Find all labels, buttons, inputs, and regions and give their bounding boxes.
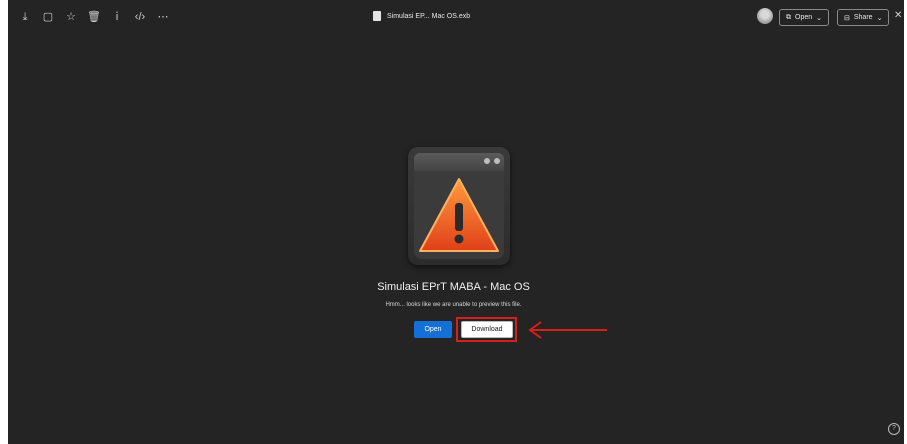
chevron-down-icon: ⌄: [816, 14, 822, 22]
open-button[interactable]: Open: [414, 321, 452, 338]
file-icon: [373, 11, 381, 21]
document-title: Simulasi EPrT MABA - Mac OS: [377, 281, 530, 293]
annotation-arrow: [528, 321, 607, 339]
window-bar: [414, 153, 504, 171]
window-body: [414, 171, 504, 259]
file-title: Simulasi EP... Mac OS.exb: [373, 11, 470, 21]
share-menu-button[interactable]: ⊟ Share ⌄: [837, 9, 889, 26]
trash-icon[interactable]: 🗑: [87, 10, 101, 24]
preview-error-message: Hmm... looks like we are unable to previ…: [385, 302, 522, 308]
help-icon[interactable]: ?: [888, 423, 900, 435]
chevron-down-icon: ⌄: [876, 14, 883, 22]
code-icon[interactable]: ‹/›: [133, 10, 147, 24]
more-icon[interactable]: ⋯: [156, 10, 170, 24]
file-title-text: Simulasi EP... Mac OS.exb: [387, 12, 471, 20]
user-avatar[interactable]: [757, 8, 773, 24]
share-menu-label: Share: [853, 14, 873, 21]
close-icon[interactable]: ✕: [894, 10, 902, 21]
open-menu-label: Open: [795, 14, 813, 21]
warning-icon: [419, 178, 499, 252]
toolbar-icons: ⤓ ▢ ☆ 🗑 ⅰ ‹/› ⋯: [18, 10, 170, 24]
star-icon[interactable]: ☆: [64, 10, 78, 24]
window-dot: [494, 158, 500, 164]
open-menu-button[interactable]: ⧉ Open ⌄: [779, 9, 829, 26]
unsupported-file-icon: [408, 147, 510, 265]
window-dot: [484, 158, 490, 164]
share-icon: ⊟: [844, 14, 850, 22]
download-icon[interactable]: ⤓: [18, 10, 32, 24]
info-icon[interactable]: ⅰ: [110, 10, 124, 24]
external-link-icon: ⧉: [786, 13, 791, 21]
comment-icon[interactable]: ▢: [41, 10, 55, 24]
annotation-highlight-box: [456, 317, 517, 342]
preview-toolbar: ⤓ ▢ ☆ 🗑 ⅰ ‹/› ⋯ Simulasi EP... Mac OS.ex…: [8, 0, 904, 34]
